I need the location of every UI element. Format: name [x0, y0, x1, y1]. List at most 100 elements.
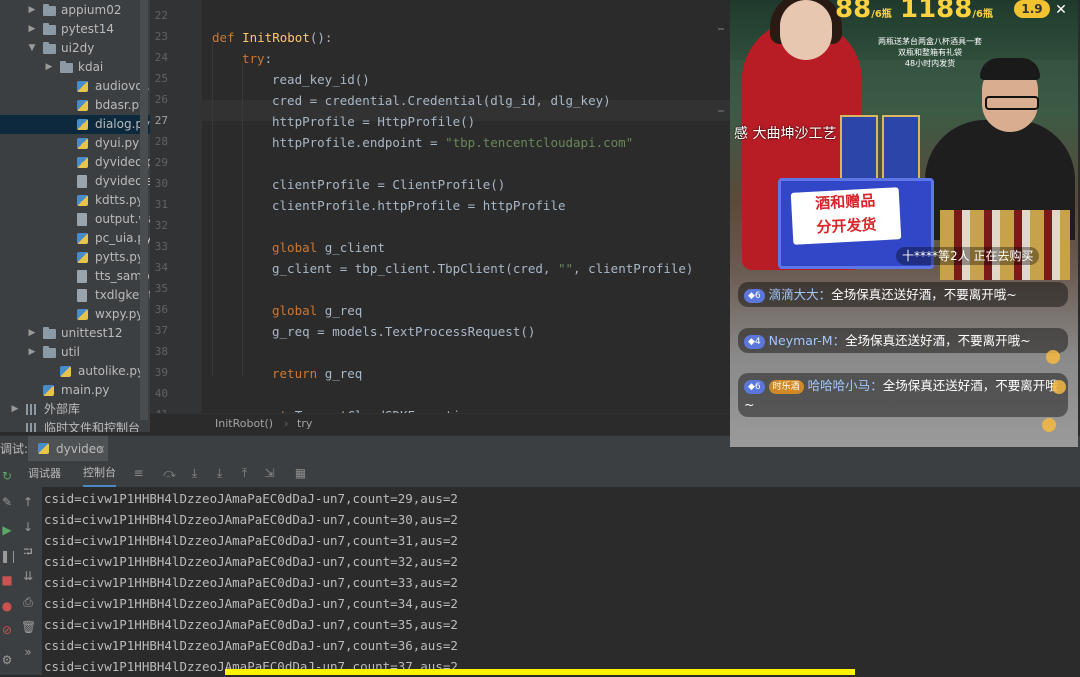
chevron-right-icon[interactable]: ▶: [27, 324, 37, 343]
tree-item[interactable]: ▶ pytest14: [0, 20, 150, 39]
step-out-icon[interactable]: ⤒: [238, 467, 251, 480]
close-tab-icon[interactable]: ×: [96, 436, 106, 462]
tree-item[interactable]: tts_sample.w: [0, 267, 150, 286]
tree-item[interactable]: ▶ kdai: [0, 58, 150, 77]
python-file-icon: [77, 252, 88, 263]
tree-item[interactable]: 临时文件和控制台: [0, 419, 150, 432]
liquor-bottles: [940, 210, 1070, 280]
tree-item-label: ui2dy: [61, 41, 95, 55]
pause-icon[interactable]: ❚❚: [0, 549, 20, 563]
scroll-to-end-icon[interactable]: ⇊: [21, 569, 35, 583]
tree-item[interactable]: ▶ util: [0, 343, 150, 362]
chevron-right-icon[interactable]: ▶: [44, 58, 54, 77]
project-tree-scrollbar[interactable]: [140, 0, 148, 420]
like-heart-icon: [1052, 380, 1066, 394]
view-breakpoints-icon[interactable]: ●: [0, 599, 14, 613]
file-icon: [77, 289, 87, 302]
resume-icon[interactable]: ▶: [0, 523, 14, 537]
evaluate-expression-icon[interactable]: ▦: [294, 467, 307, 480]
tree-item[interactable]: pytts.py: [0, 248, 150, 267]
python-file-icon: [77, 309, 88, 320]
chat-colon: ：: [870, 378, 883, 393]
like-heart-icon: [1046, 350, 1060, 364]
tree-item[interactable]: pc_uia.py: [0, 229, 150, 248]
step-into-my-code-icon[interactable]: ⤓: [213, 467, 226, 480]
run-config-tab[interactable]: dyvideo ×: [28, 436, 108, 462]
step-into-icon[interactable]: ⤓: [188, 467, 201, 480]
chevron-right-icon[interactable]: ▶: [27, 20, 37, 39]
project-tree[interactable]: ▶ appium02 ▶ pytest14 ▼ ui2dy ▶ kdai audiovol.py…: [0, 0, 150, 432]
folder-icon: [43, 23, 56, 35]
chevron-down-icon[interactable]: ▼: [27, 39, 37, 58]
line-number: 40: [154, 387, 168, 400]
user-level-badge: ◆6: [744, 289, 765, 303]
line-number: 34: [154, 261, 168, 274]
tree-item[interactable]: dialog.py: [0, 115, 150, 134]
stop-icon[interactable]: ■: [0, 573, 14, 587]
tab-debugger[interactable]: 调试器: [28, 461, 61, 487]
layout-icon[interactable]: ≡: [132, 467, 145, 480]
gift-card-line: 分开发货: [816, 215, 877, 237]
tree-item[interactable]: audiovol.py: [0, 77, 150, 96]
print-icon[interactable]: ⎙: [21, 595, 35, 609]
chat-nickname[interactable]: 哈哈哈小马: [808, 378, 871, 393]
breadcrumb: InitRobot() › try: [150, 413, 730, 434]
run-to-cursor-icon[interactable]: ⇲: [263, 467, 276, 480]
scroll-down-icon[interactable]: ↓: [21, 520, 35, 534]
price-left: 88/6瓶: [835, 0, 892, 24]
tree-item[interactable]: main.py: [0, 381, 150, 400]
tree-item[interactable]: dyvideo.spe: [0, 172, 150, 191]
tab-console[interactable]: 控制台: [83, 461, 116, 487]
breadcrumb-function[interactable]: InitRobot(): [215, 414, 273, 434]
console-line: csid=civw1P1HHBH4lDzzeoJAmaPaEC0dDaJ-un7…: [44, 554, 458, 569]
chat-message: 全场保真还送好酒，不要离开哦~: [845, 333, 1031, 348]
tree-item-label: pytts.py: [95, 250, 144, 264]
tree-item[interactable]: bdasr.py: [0, 96, 150, 115]
line-number: 30: [154, 177, 168, 190]
breadcrumb-try[interactable]: try: [297, 414, 312, 434]
livestream-window[interactable]: 88/6瓶 1188/6瓶 1.9 ✕ 两瓶送茅台两盒八杯酒具一套 双瓶和整箱有…: [730, 0, 1078, 447]
tree-item[interactable]: wxpy.py: [0, 305, 150, 324]
chevron-right-icon[interactable]: ▶: [27, 343, 37, 362]
tree-item-label: 临时文件和控制台: [44, 421, 141, 432]
close-icon[interactable]: ✕: [1053, 2, 1069, 18]
more-icon[interactable]: »: [21, 645, 35, 659]
tree-item-label: util: [61, 345, 80, 359]
line-number: 24: [154, 51, 168, 64]
clear-icon[interactable]: 🗑: [21, 620, 36, 634]
line-number: 33: [154, 240, 168, 253]
soft-wrap-icon[interactable]: ⮒: [21, 545, 35, 559]
tree-item[interactable]: dyui.py: [0, 134, 150, 153]
line-number: 28: [154, 135, 168, 148]
fan-club-badge: 时乐酒: [768, 380, 804, 394]
line-number: 25: [154, 72, 168, 85]
price-right: 1188/6瓶: [900, 0, 993, 24]
tree-item[interactable]: kdtts.py: [0, 191, 150, 210]
promo-text: 两瓶送茅台两盒八杯酒具一套 双瓶和整箱有礼袋 48小时内发货: [850, 36, 1010, 69]
tree-item[interactable]: txdlgkey.txt: [0, 286, 150, 305]
chat-message: 全场保真还送好酒，不要离开哦~: [831, 287, 1017, 302]
tree-item[interactable]: ▶ 外部库: [0, 400, 150, 419]
user-level-badge: ◆6: [744, 380, 765, 394]
tree-item[interactable]: ▼ ui2dy: [0, 39, 150, 58]
tree-item[interactable]: ▶ appium02: [0, 1, 150, 20]
tree-item[interactable]: output.wav: [0, 210, 150, 229]
console-line: csid=civw1P1HHBH4lDzzeoJAmaPaEC0dDaJ-un7…: [44, 638, 458, 653]
tree-item[interactable]: autolike.py: [0, 362, 150, 381]
chat-nickname[interactable]: 滴滴大大: [769, 287, 819, 302]
console-line: csid=civw1P1HHBH4lDzzeoJAmaPaEC0dDaJ-un7…: [44, 575, 458, 590]
chevron-right-icon[interactable]: ▶: [10, 400, 20, 419]
line-number: 22: [154, 9, 168, 22]
rerun-icon[interactable]: ↻: [0, 469, 14, 483]
chevron-right-icon[interactable]: ▶: [27, 1, 37, 20]
step-over-icon[interactable]: ⤼: [163, 467, 176, 480]
breadcrumb-separator: ›: [284, 417, 289, 430]
chat-nickname[interactable]: Neymar-M: [769, 333, 833, 348]
liquor-box: [882, 115, 920, 181]
settings-icon[interactable]: ✎: [0, 495, 14, 509]
mute-breakpoints-icon[interactable]: ⊘: [0, 623, 14, 637]
tree-item[interactable]: ▶ unittest12: [0, 324, 150, 343]
scroll-up-icon[interactable]: ↑: [21, 495, 35, 509]
gear-icon[interactable]: ⚙: [0, 653, 14, 667]
tree-item[interactable]: dyvideo.py: [0, 153, 150, 172]
